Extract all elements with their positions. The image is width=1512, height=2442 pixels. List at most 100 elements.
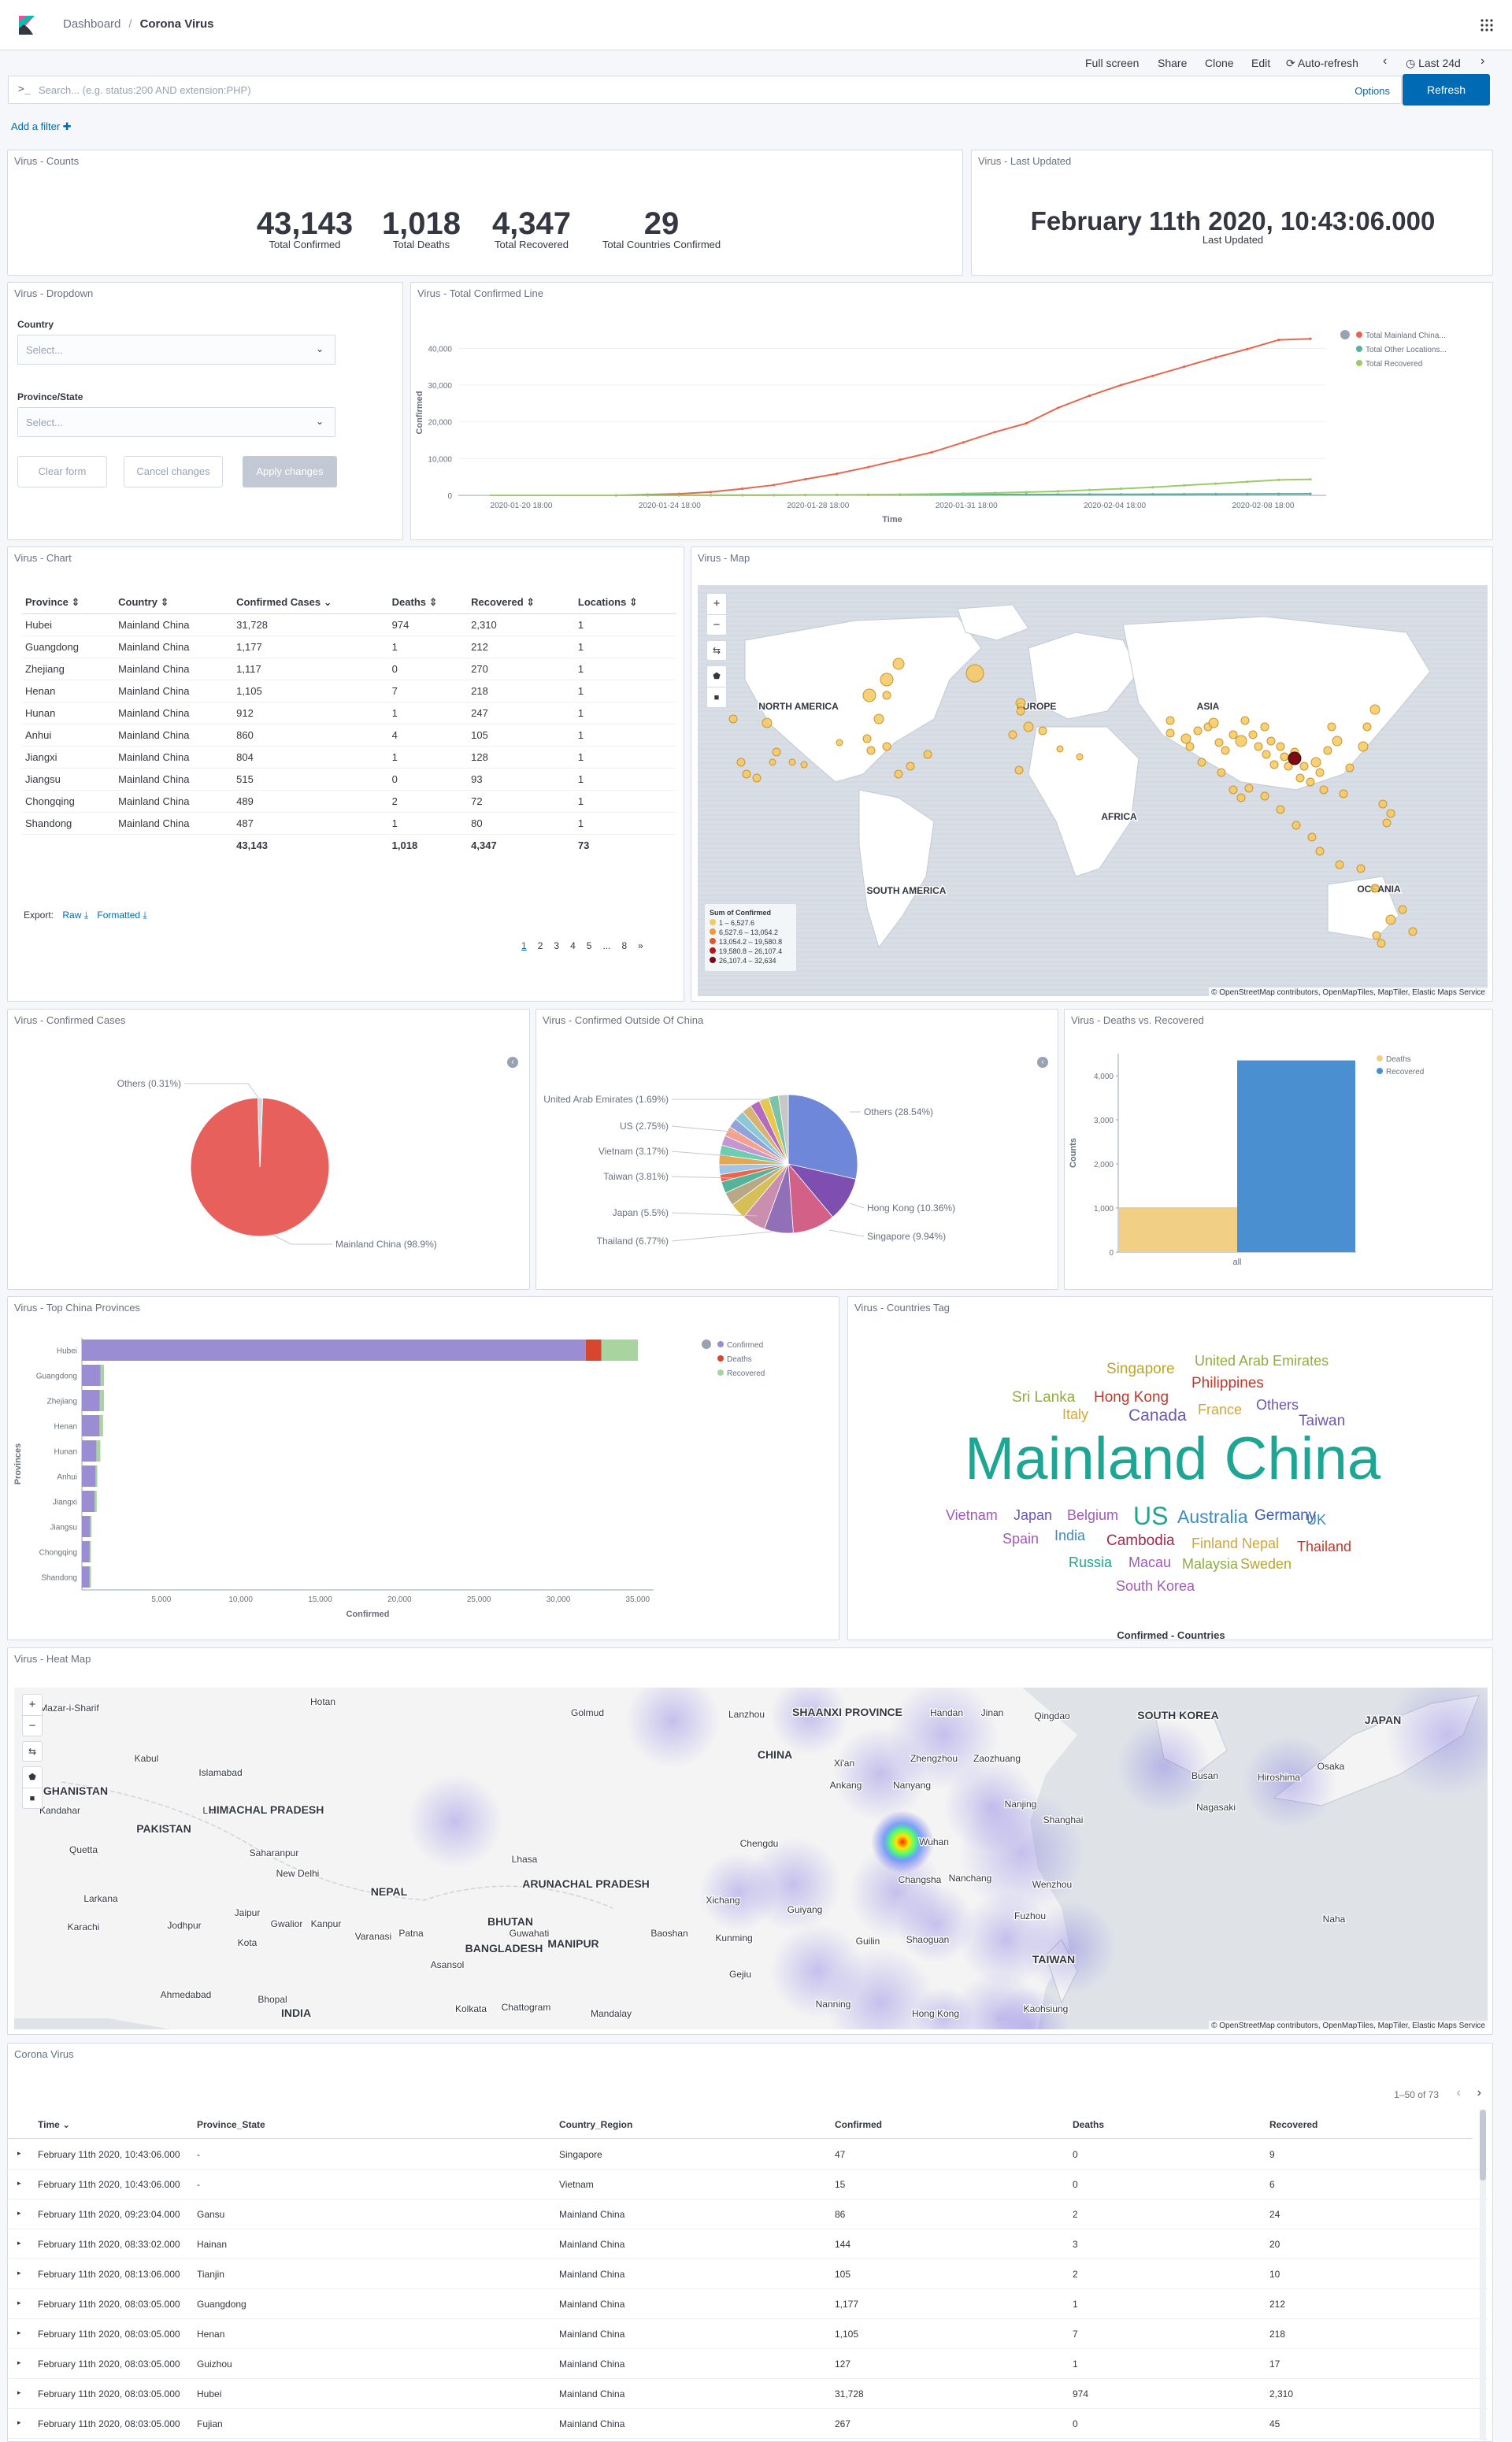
map-bubble[interactable] bbox=[1295, 773, 1305, 783]
map-bubble[interactable] bbox=[1332, 736, 1343, 747]
map-bubble[interactable] bbox=[1382, 818, 1392, 828]
bar-segment[interactable] bbox=[82, 1415, 100, 1436]
map-bubble[interactable] bbox=[1008, 730, 1017, 739]
country-select[interactable]: Select... ⌄ bbox=[17, 335, 335, 365]
map-bubble[interactable] bbox=[1378, 799, 1388, 809]
expand-row-icon[interactable]: ▸ bbox=[17, 2418, 21, 2427]
legend-label[interactable]: Recovered bbox=[1386, 1068, 1424, 1076]
map-bubble[interactable] bbox=[882, 691, 891, 700]
map-bubble[interactable] bbox=[1370, 884, 1380, 893]
legend-label[interactable]: Confirmed bbox=[727, 1341, 763, 1350]
map-bubble[interactable] bbox=[1235, 735, 1247, 747]
page-link[interactable]: 3 bbox=[554, 940, 559, 951]
apps-grid-icon[interactable] bbox=[1479, 17, 1495, 33]
map-bubble[interactable] bbox=[1076, 753, 1084, 761]
bar-segment[interactable] bbox=[82, 1390, 100, 1411]
table-row[interactable]: ▸ February 11th 2020, 08:03:05.000 Fujian M… bbox=[8, 2409, 1488, 2439]
map-bubble[interactable] bbox=[1228, 730, 1238, 739]
map-bubble[interactable] bbox=[1023, 721, 1034, 732]
bar-segment[interactable] bbox=[100, 1365, 105, 1386]
map-bubble[interactable] bbox=[769, 758, 776, 766]
map-bubble[interactable] bbox=[742, 769, 751, 779]
map-bubble[interactable] bbox=[1323, 746, 1332, 755]
bar-segment[interactable] bbox=[89, 1541, 91, 1562]
tag-word[interactable]: Canada bbox=[1128, 1407, 1187, 1424]
map-bubble[interactable] bbox=[1307, 832, 1317, 842]
bar-segment[interactable] bbox=[95, 1466, 98, 1487]
tag-word[interactable]: Japan bbox=[1014, 1508, 1052, 1522]
column-header[interactable]: Country_Region bbox=[559, 2119, 632, 2130]
query-options-button[interactable]: Options bbox=[1354, 85, 1390, 97]
map-bubble[interactable] bbox=[1315, 768, 1325, 777]
tag-word[interactable]: UK bbox=[1306, 1513, 1326, 1527]
tag-word[interactable]: Italy bbox=[1062, 1407, 1088, 1421]
kibana-logo-icon[interactable] bbox=[14, 13, 39, 38]
fullscreen-menu-item[interactable]: Full screen bbox=[1085, 57, 1139, 69]
map-filter-icon[interactable]: ⇆ bbox=[22, 1741, 43, 1762]
map-filter-icon[interactable]: ⇆ bbox=[706, 640, 727, 661]
page-link[interactable]: 4 bbox=[570, 940, 576, 951]
expand-row-icon[interactable]: ▸ bbox=[17, 2149, 21, 2158]
map-bubble[interactable] bbox=[1292, 821, 1301, 830]
next-page-icon[interactable]: › bbox=[1477, 2086, 1481, 2100]
map-bubble[interactable] bbox=[1372, 931, 1381, 940]
map-bubble[interactable] bbox=[1280, 752, 1289, 762]
column-header[interactable]: Recovered bbox=[1269, 2119, 1317, 2130]
map-bubble[interactable] bbox=[862, 688, 876, 702]
zoom-in-icon[interactable]: + bbox=[23, 1695, 42, 1715]
table-row[interactable]: ▸ February 11th 2020, 08:33:02.000 Hainan M… bbox=[8, 2229, 1488, 2259]
export-raw-link[interactable]: Raw ⤓ bbox=[62, 910, 88, 921]
column-header[interactable]: Confirmed bbox=[835, 2119, 882, 2130]
time-picker[interactable]: ◷ Last 24d bbox=[1406, 57, 1461, 70]
map-bubble[interactable] bbox=[1276, 805, 1285, 814]
tag-word[interactable]: Malaysia bbox=[1182, 1557, 1238, 1571]
map-bubble[interactable] bbox=[1197, 758, 1206, 767]
expand-row-icon[interactable]: ▸ bbox=[17, 2359, 21, 2367]
legend-toggle-icon[interactable] bbox=[1340, 330, 1350, 339]
tag-word[interactable]: Spain bbox=[1002, 1532, 1039, 1546]
map-bubble[interactable] bbox=[736, 758, 746, 767]
legend-toggle-icon[interactable] bbox=[702, 1340, 711, 1349]
bar[interactable] bbox=[1237, 1060, 1355, 1252]
map-bubble[interactable] bbox=[1217, 768, 1226, 777]
tag-word[interactable]: Others bbox=[1256, 1398, 1299, 1412]
map-bubble[interactable] bbox=[1244, 784, 1254, 793]
map-bubble[interactable] bbox=[1358, 741, 1369, 752]
table-row[interactable]: ▸ February 11th 2020, 08:03:05.000 Hubei Ma… bbox=[8, 2379, 1488, 2409]
map-bubble[interactable] bbox=[1356, 864, 1366, 873]
map-bubble[interactable] bbox=[1408, 927, 1418, 936]
map-bubble[interactable] bbox=[1208, 717, 1219, 728]
bar-segment[interactable] bbox=[96, 1440, 101, 1462]
map-bubble[interactable] bbox=[1166, 728, 1175, 738]
bar-segment[interactable] bbox=[82, 1491, 95, 1512]
expand-row-icon[interactable]: ▸ bbox=[17, 2388, 21, 2397]
map-bubble[interactable] bbox=[965, 664, 984, 683]
map-bubble[interactable] bbox=[1369, 704, 1380, 715]
bar-segment[interactable] bbox=[82, 1541, 90, 1562]
zoom-out-icon[interactable]: − bbox=[23, 1715, 42, 1736]
map-bubble[interactable] bbox=[1299, 762, 1309, 771]
map-bubble[interactable] bbox=[1254, 742, 1263, 751]
map-bubble[interactable] bbox=[1214, 738, 1224, 747]
table-row[interactable]: ▸ February 11th 2020, 08:13:06.000 Tianjin… bbox=[8, 2259, 1488, 2289]
clear-form-button[interactable]: Clear form bbox=[17, 456, 107, 487]
table-row[interactable]: ▸ February 11th 2020, 08:03:05.000 Guizhou… bbox=[8, 2349, 1488, 2379]
tag-word[interactable]: Russia bbox=[1069, 1555, 1112, 1569]
map-bubble[interactable] bbox=[1345, 763, 1354, 773]
clone-menu-item[interactable]: Clone bbox=[1205, 57, 1234, 69]
map-bubble[interactable] bbox=[836, 739, 843, 747]
zoom-in-icon[interactable]: + bbox=[707, 594, 726, 614]
map-bubble[interactable] bbox=[1310, 757, 1321, 768]
tag-word[interactable]: United Arab Emirates bbox=[1195, 1354, 1329, 1368]
map-bubble[interactable] bbox=[1335, 860, 1344, 869]
time-back-icon[interactable]: ‹ bbox=[1383, 54, 1387, 69]
table-row[interactable]: ▸ February 11th 2020, 10:43:06.000 - Vietna… bbox=[8, 2170, 1488, 2199]
map-bubble[interactable] bbox=[1327, 722, 1336, 732]
apply-changes-button[interactable]: Apply changes bbox=[243, 456, 337, 487]
legend-label[interactable]: Total Recovered bbox=[1366, 360, 1422, 369]
autorefresh-menu-item[interactable]: ⟳ Auto-refresh bbox=[1286, 57, 1358, 70]
add-filter-button[interactable]: Add a filter ✚ bbox=[11, 120, 72, 133]
column-header[interactable]: Time ⌄ bbox=[38, 2119, 70, 2130]
time-forward-icon[interactable]: › bbox=[1480, 54, 1484, 69]
page-link[interactable]: 2 bbox=[538, 940, 543, 951]
